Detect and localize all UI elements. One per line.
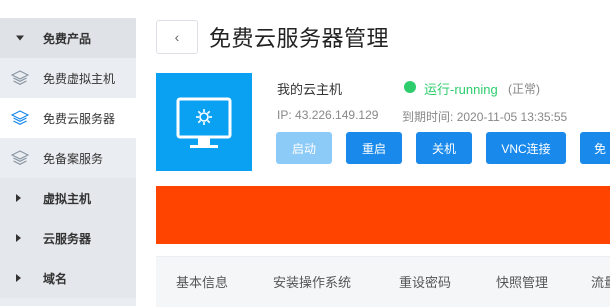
start-button[interactable]: 启动: [276, 132, 332, 164]
tab-snapshot-management[interactable]: 快照管理: [496, 272, 548, 291]
sidebar-item-label: 云服务器: [43, 231, 92, 246]
sidebar-item-label: 虚拟主机: [43, 191, 92, 206]
status-text: 运行-running: [424, 82, 498, 97]
status-dot-icon: [404, 81, 416, 93]
layers-icon: [11, 150, 29, 165]
sidebar: 免费产品 免费虚拟主机 免费云服务器 免备案服务 虚拟主机 云服务器 域名: [0, 0, 136, 306]
restart-button[interactable]: 重启: [346, 132, 402, 164]
layers-icon: [11, 70, 29, 85]
tab-bar: 基本信息 安装操作系统 重设密码 快照管理 流量: [156, 256, 610, 307]
main-content: ‹ 免费云服务器管理 我的云主机 运行-running (正常) IP: 43.: [136, 0, 610, 307]
sidebar-item-free-virtual-host[interactable]: 免费虚拟主机: [0, 58, 136, 98]
sidebar-item-no-filing-service[interactable]: 免备案服务: [0, 138, 136, 178]
sidebar-item-label: 域名: [43, 271, 68, 286]
sidebar-top-gap: [0, 0, 136, 18]
sidebar-item-free-cloud-server[interactable]: 免费云服务器: [0, 98, 136, 138]
sidebar-item-domain[interactable]: 域名: [0, 258, 136, 298]
expire-value: 2020-11-05 13:35:55: [456, 110, 568, 124]
shutdown-button[interactable]: 关机: [416, 132, 472, 164]
sidebar-group-label: 免费产品: [43, 31, 92, 46]
ip-info: IP: 43.226.149.129: [277, 108, 378, 122]
caret-right-icon: [16, 194, 21, 202]
caret-right-icon: [16, 234, 21, 242]
sidebar-item-label: 免备案服务: [43, 151, 104, 166]
more-button[interactable]: 免: [580, 132, 610, 164]
page-title: 免费云服务器管理: [209, 26, 390, 51]
tab-traffic[interactable]: 流量: [591, 272, 610, 291]
monitor-icon: [176, 97, 232, 148]
server-tile: [156, 73, 252, 171]
back-button[interactable]: ‹: [156, 20, 198, 54]
expire-info: 到期时间: 2020-11-05 13:35:55: [402, 108, 567, 125]
ip-label: IP:: [277, 108, 292, 122]
expire-label: 到期时间:: [402, 110, 454, 124]
sidebar-item-virtual-host[interactable]: 虚拟主机: [0, 178, 136, 218]
sidebar-item-cloud-server[interactable]: 云服务器: [0, 218, 136, 258]
status-note: (正常): [508, 82, 540, 96]
chevron-left-icon: ‹: [174, 29, 180, 45]
ip-value: 43.226.149.129: [295, 108, 379, 122]
server-name: 我的云主机: [277, 82, 343, 97]
sidebar-item-label: 免费云服务器: [43, 111, 116, 126]
tab-install-os[interactable]: 安装操作系统: [273, 272, 351, 291]
caret-down-icon: [16, 35, 24, 41]
promo-banner[interactable]: [156, 186, 610, 244]
vnc-connect-button[interactable]: VNC连接: [486, 132, 566, 164]
layers-icon: [11, 110, 29, 125]
sidebar-group-free-products[interactable]: 免费产品: [0, 18, 136, 58]
sidebar-item-label: 免费虚拟主机: [43, 71, 116, 86]
tab-reset-password[interactable]: 重设密码: [399, 272, 451, 291]
caret-right-icon: [16, 274, 21, 282]
tab-basic-info[interactable]: 基本信息: [176, 272, 228, 291]
